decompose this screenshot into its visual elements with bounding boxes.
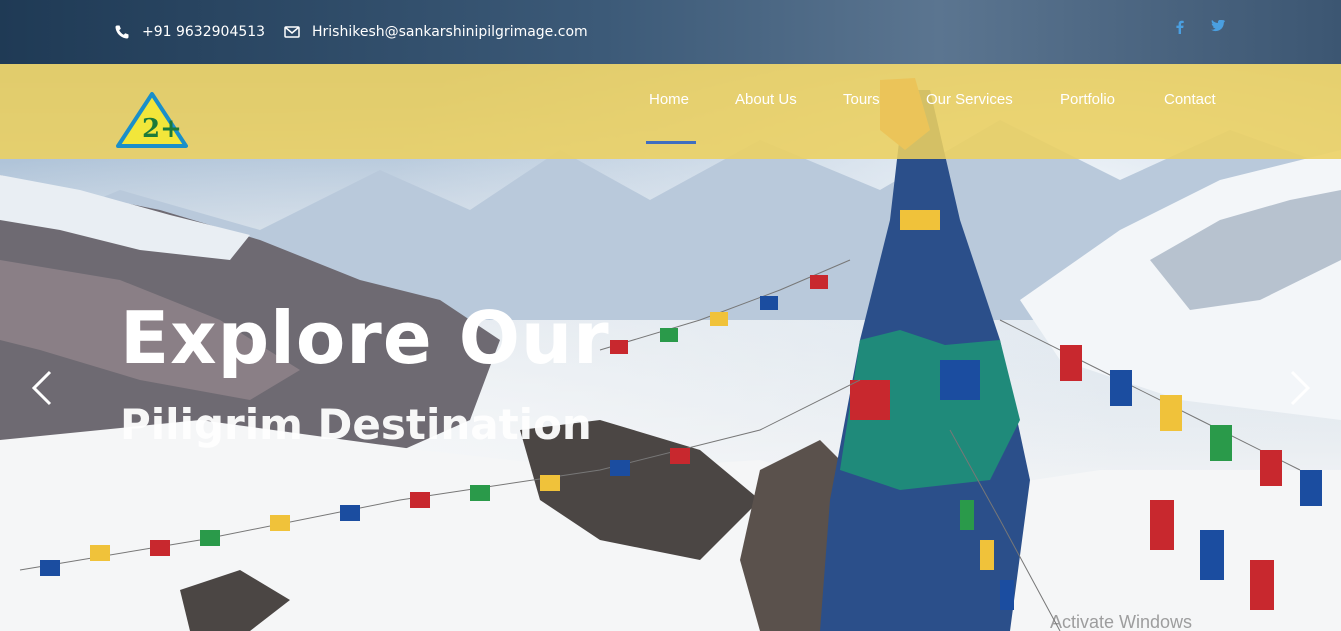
top-contact-bar: +91 9632904513 Hrishikesh@sankarshinipil… [0, 0, 1341, 64]
hero-title: Explore Our [120, 296, 610, 380]
nav-our-services[interactable]: Our Services [926, 91, 1013, 108]
twitter-icon[interactable] [1211, 19, 1226, 36]
activate-windows-watermark: Activate Windows [1050, 612, 1193, 631]
nav-portfolio[interactable]: Portfolio [1060, 91, 1115, 108]
chevron-right-icon[interactable] [1288, 368, 1312, 408]
site-logo[interactable]: 2+ [116, 92, 188, 150]
main-navbar: 2+ Home About Us Tours Our Services Port… [0, 64, 1341, 159]
email-address: Hrishikesh@sankarshinipilgrimage.com [312, 24, 588, 40]
nav-home[interactable]: Home [649, 91, 689, 108]
nav-contact[interactable]: Contact [1164, 91, 1216, 108]
nav-about-us[interactable]: About Us [735, 91, 797, 108]
hero-subtitle: Piligrim Destination [120, 400, 592, 449]
email-contact[interactable]: Hrishikesh@sankarshinipilgrimage.com [284, 22, 588, 42]
nav-tours[interactable]: Tours [843, 91, 880, 108]
facebook-icon[interactable] [1175, 20, 1185, 38]
page: +91 9632904513 Hrishikesh@sankarshinipil… [0, 0, 1341, 631]
phone-number: +91 9632904513 [142, 24, 266, 40]
nav-active-indicator [646, 141, 696, 144]
phone-icon [115, 25, 129, 39]
logo-text: 2+ [142, 114, 182, 144]
phone-contact[interactable]: +91 9632904513 [114, 22, 265, 42]
envelope-icon [284, 26, 300, 38]
chevron-left-icon[interactable] [30, 368, 54, 408]
